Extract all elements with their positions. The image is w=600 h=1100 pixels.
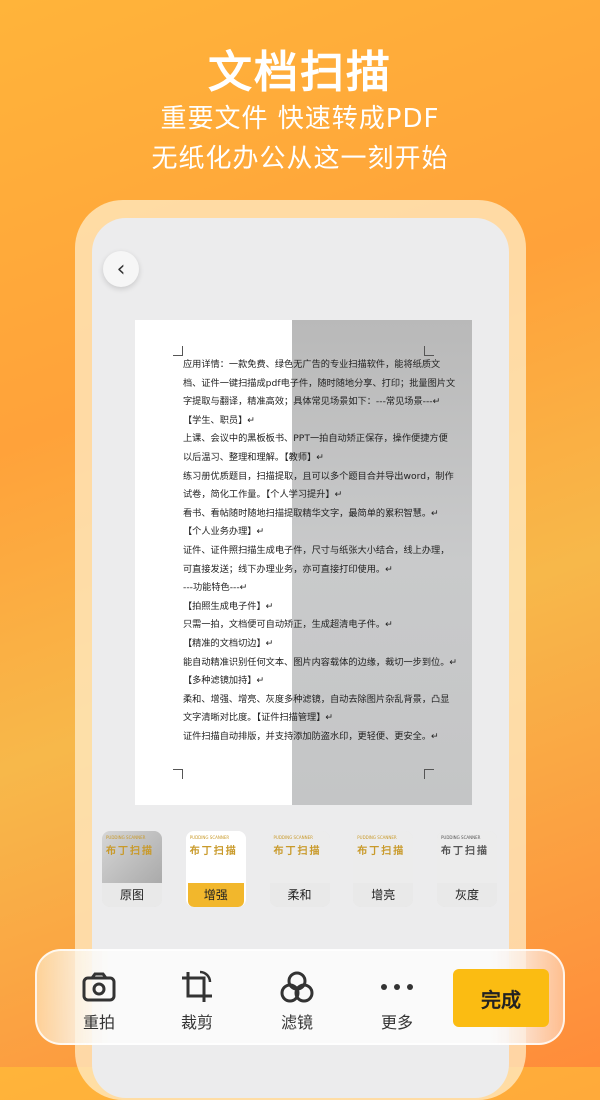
filter-thumbnail: PUDDING SCANNER 布丁扫描 <box>437 831 497 883</box>
crop-corner-tl[interactable] <box>173 346 183 356</box>
document-line: 只需一拍，文档便可自动矫正，生成超清电子件。↵ <box>183 619 393 631</box>
crop-label: 裁剪 <box>180 1013 213 1032</box>
document-line: 字提取与翻译，精准高效；具体常见场景如下：---常见场景---↵ <box>183 396 441 408</box>
crop-corner-tr[interactable] <box>424 346 434 356</box>
document-line: ---功能特色---↵ <box>183 582 248 594</box>
document-line: 【精准的文档切边】↵ <box>183 637 274 649</box>
crop-corner-bl[interactable] <box>173 769 183 779</box>
filter-label: 灰度 <box>437 883 497 907</box>
camera-icon <box>82 972 116 1002</box>
more-label: 更多 <box>380 1013 413 1032</box>
document-preview: 应用详情：一款免费、绿色无广告的专业扫描软件，能将纸质文档、证件一键扫描成pdf… <box>135 320 472 805</box>
document-line: 能自动精准识别任何文本、图片内容载体的边缘，裁切一步到位。↵ <box>183 656 458 668</box>
document-line: 【学生、职员】↵ <box>183 414 256 426</box>
document-line: 【拍照生成电子件】↵ <box>183 600 274 612</box>
retake-button[interactable]: 重拍 <box>64 969 134 1033</box>
document-line: 上课、会议中的黑板板书、PPT一拍自动矫正保存，操作便捷方便 <box>183 433 448 445</box>
thumb-title: 布丁扫描 <box>273 846 322 857</box>
document-line: 【多种滤镜加持】↵ <box>183 675 265 687</box>
bottom-toolbar: 重拍 裁剪 滤镜 更多 完成 <box>35 949 565 1045</box>
filter-option-2[interactable]: PUDDING SCANNER 布丁扫描柔和 <box>269 831 330 907</box>
thumb-title: 布丁扫描 <box>189 846 238 857</box>
chevron-left-icon: ‹ <box>116 256 126 282</box>
thumb-brand: PUDDING SCANNER <box>357 835 397 840</box>
thumb-brand: PUDDING SCANNER <box>106 835 146 840</box>
filter-label: 柔和 <box>269 883 330 907</box>
document-line: 证件扫描自动排版，并支持添加防盗水印，更轻便、更安全。↵ <box>183 730 439 742</box>
document-line: 【个人业务办理】↵ <box>183 526 265 538</box>
document-line: 看书、看帖随时随地扫描提取精华文字，最简单的累积智慧。↵ <box>183 507 439 519</box>
thumb-brand: PUDDING SCANNER <box>189 835 230 840</box>
document-line: 试卷，简化工作量。【个人学习提升】↵ <box>183 489 343 501</box>
filter-thumbnail: PUDDING SCANNER 布丁扫描 <box>102 831 162 883</box>
thumb-title: 布丁扫描 <box>357 846 406 857</box>
filter-circles-icon <box>280 971 314 1003</box>
document-line: 档、证件一键扫描成pdf电子件，随时随地分享、打印；批量图片文 <box>183 377 456 389</box>
thumb-title: 布丁扫描 <box>106 846 154 857</box>
filter-label: 增亮 <box>353 883 414 907</box>
filter-option-4[interactable]: PUDDING SCANNER 布丁扫描灰度 <box>437 831 497 907</box>
crop-corner-br[interactable] <box>424 769 434 779</box>
filter-option-1[interactable]: PUDDING SCANNER 布丁扫描增强 <box>185 831 246 907</box>
filter-thumbnail: PUDDING SCANNER 布丁扫描 <box>353 831 414 883</box>
thumb-title: 布丁扫描 <box>441 846 489 857</box>
document-line: 证件、证件照扫描生成电子件，尺寸与纸张大小结合，线上办理， <box>183 544 450 556</box>
filter-thumbnail: PUDDING SCANNER 布丁扫描 <box>185 831 246 883</box>
done-button[interactable]: 完成 <box>453 969 549 1027</box>
crop-button[interactable]: 裁剪 <box>162 969 232 1033</box>
thumb-brand: PUDDING SCANNER <box>441 835 481 840</box>
filter-thumbnail: PUDDING SCANNER 布丁扫描 <box>269 831 330 883</box>
filter-option-3[interactable]: PUDDING SCANNER 布丁扫描增亮 <box>353 831 414 907</box>
hero-subtitle-1: 重要文件 快速转成PDF <box>160 104 440 134</box>
document-line: 文字清晰对比度。【证件扫描管理】↵ <box>183 712 334 724</box>
filter-label: 滤镜 <box>280 1013 313 1032</box>
more-button[interactable]: 更多 <box>362 969 432 1033</box>
filter-label: 原图 <box>102 883 162 907</box>
document-line: 应用详情：一款免费、绿色无广告的专业扫描软件，能将纸质文 <box>183 359 441 370</box>
document-line: 以后温习、整理和理解。【教师】↵ <box>183 451 324 463</box>
document-line: 练习册优质题目，扫描提取，且可以多个题目合并导出word，制作 <box>183 470 454 482</box>
thumb-brand: PUDDING SCANNER <box>273 835 313 840</box>
more-dots-icon <box>381 984 413 990</box>
filter-button[interactable]: 滤镜 <box>262 969 332 1033</box>
back-button[interactable]: ‹ <box>103 251 139 287</box>
filter-option-0[interactable]: PUDDING SCANNER 布丁扫描原图 <box>102 831 162 907</box>
hero-title: 文档扫描 <box>208 47 392 98</box>
retake-label: 重拍 <box>82 1013 115 1032</box>
document-line: 可直接发送；线下办理业务，亦可直接打印使用。↵ <box>183 563 393 575</box>
filter-list: PUDDING SCANNER 布丁扫描原图 PUDDING SCANNER 布丁扫描… <box>102 831 497 907</box>
document-text: 应用详情：一款免费、绿色无广告的专业扫描软件，能将纸质文档、证件一键扫描成pdf… <box>183 356 458 746</box>
filter-label: 增强 <box>187 883 244 907</box>
crop-rotate-icon <box>182 970 212 1002</box>
document-line: 柔和、增强、增亮、灰度多种滤镜，自动去除图片杂乱背景，凸显 <box>183 693 450 705</box>
hero-subtitle-2: 无纸化办公从这一刻开始 <box>151 144 449 174</box>
